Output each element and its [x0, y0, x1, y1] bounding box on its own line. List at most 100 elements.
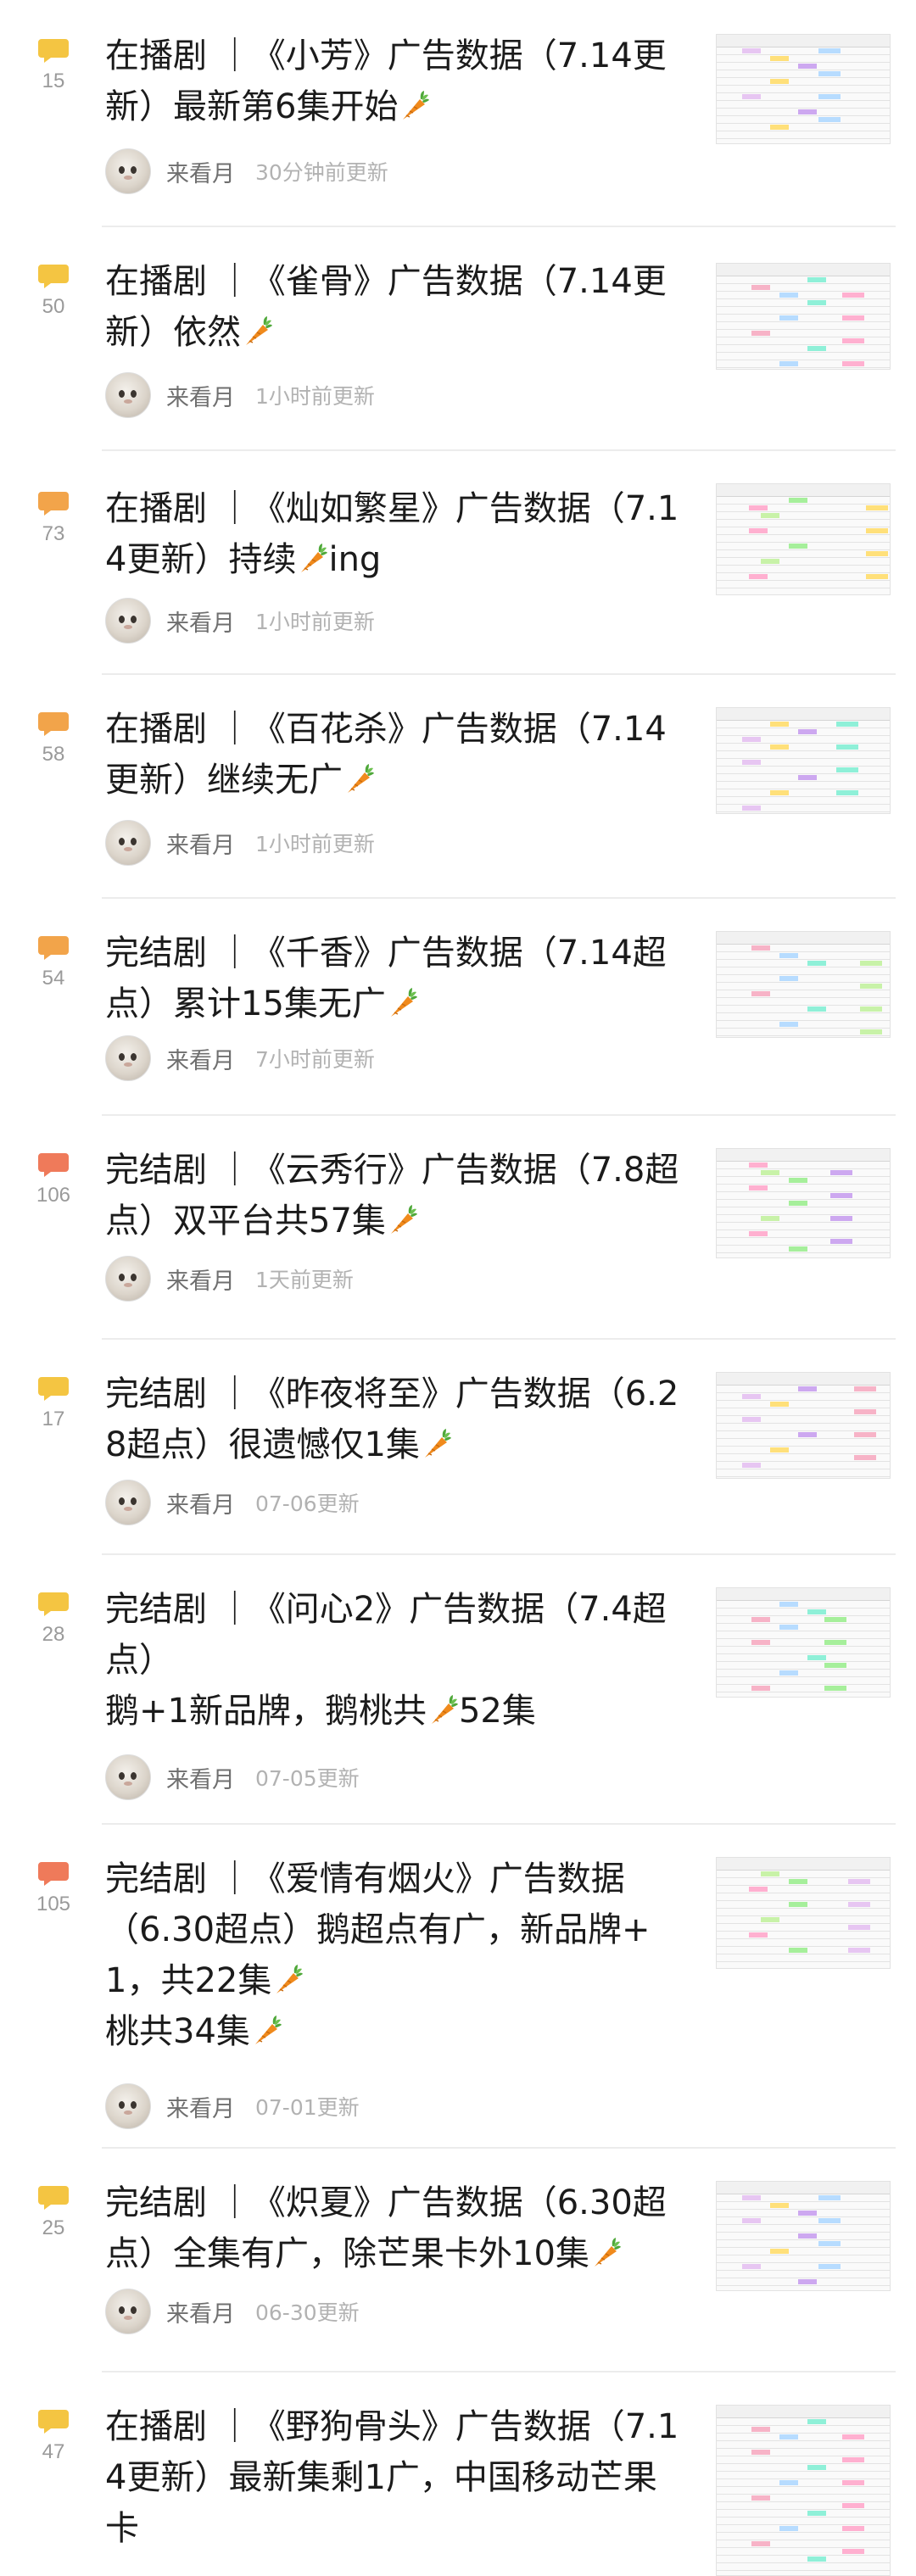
- author-name[interactable]: 来看月: [166, 605, 235, 638]
- carrot-emoji-icon: [398, 87, 430, 126]
- carrot-emoji-icon: [250, 2012, 282, 2051]
- author-avatar[interactable]: [105, 372, 151, 418]
- author-name[interactable]: 来看月: [166, 1761, 235, 1794]
- post-title[interactable]: 在播剧 ｜《野狗骨头》广告数据（7.14更新）最新集剩1广，中国移动芒果卡: [105, 2401, 682, 2554]
- author-avatar[interactable]: [105, 598, 151, 644]
- reply-count-badge: 28: [29, 1591, 78, 1647]
- update-time: 07-01更新: [255, 2095, 360, 2120]
- post-title-tail: ing: [328, 540, 382, 579]
- post-item[interactable]: 73 在播剧 ｜《灿如繁星》广告数据（7.14更新）持续 ing 来看月 1小时前更新: [0, 449, 916, 673]
- author-name[interactable]: 来看月: [166, 2295, 235, 2328]
- comment-bubble-icon: [37, 263, 70, 290]
- post-title-text: 完结剧 ｜《爱情有烟火》广告数据（6.30超点）鹅超点有广，新品牌+1，共22集: [105, 1860, 651, 2000]
- author-name[interactable]: 来看月: [166, 155, 235, 188]
- author-name[interactable]: 来看月: [166, 2090, 235, 2123]
- post-thumbnail[interactable]: [716, 2405, 891, 2576]
- divider: [102, 226, 896, 227]
- post-thumbnail[interactable]: [716, 1587, 891, 1698]
- reply-count: 50: [42, 295, 65, 318]
- post-thumbnail[interactable]: [716, 1857, 891, 1969]
- post-title[interactable]: 在播剧 ｜《雀骨》广告数据（7.14更新）依然: [105, 256, 682, 358]
- comment-bubble-icon: [37, 1151, 70, 1179]
- author-avatar[interactable]: [105, 1035, 151, 1081]
- post-thumbnail[interactable]: [716, 263, 891, 370]
- post-item[interactable]: 47 在播剧 ｜《野狗骨头》广告数据（7.14更新）最新集剩1广，中国移动芒果卡: [0, 2371, 916, 2576]
- author-avatar[interactable]: [105, 1480, 151, 1525]
- carrot-emoji-icon: [427, 1692, 459, 1731]
- post-title[interactable]: 完结剧 ｜《昨夜将至》广告数据（6.28超点）很遗憾仅1集: [105, 1369, 682, 1470]
- post-title[interactable]: 完结剧 ｜《问心2》广告数据（7.4超点） 鹅+1新品牌，鹅桃共 52集: [105, 1584, 682, 1737]
- author-avatar[interactable]: [105, 2289, 151, 2334]
- post-title[interactable]: 完结剧 ｜《云秀行》广告数据（7.8超点）双平台共57集: [105, 1145, 682, 1246]
- update-time: 7小时前更新: [255, 1047, 375, 1072]
- reply-count-badge: 17: [29, 1375, 78, 1431]
- reply-count-badge: 25: [29, 2184, 78, 2240]
- author-name[interactable]: 来看月: [166, 379, 235, 412]
- divider: [102, 897, 896, 899]
- reply-count: 105: [36, 1893, 71, 1915]
- post-thumbnail[interactable]: [716, 931, 891, 1038]
- post-thumbnail[interactable]: [716, 1372, 891, 1479]
- post-item[interactable]: 50 在播剧 ｜《雀骨》广告数据（7.14更新）依然来看月 1小时前更新: [0, 226, 916, 449]
- post-meta: 来看月 1小时前更新: [105, 595, 375, 646]
- post-item[interactable]: 17 完结剧 ｜《昨夜将至》广告数据（6.28超点）很遗憾仅1集 来看月 07-06更…: [0, 1338, 916, 1553]
- post-item[interactable]: 25 完结剧 ｜《炽夏》广告数据（6.30超点）全集有广，除芒果卡外10集来看月 0…: [0, 2147, 916, 2371]
- post-meta: 来看月 1小时前更新: [105, 817, 375, 868]
- comment-bubble-icon: [37, 37, 70, 64]
- post-item[interactable]: 15 在播剧 ｜《小芳》广告数据（7.14更新）最新第6集开始来看月 30分钟前更新: [0, 0, 916, 226]
- post-title[interactable]: 在播剧 ｜《小芳》广告数据（7.14更新）最新第6集开始: [105, 31, 682, 132]
- reply-count: 73: [42, 522, 65, 545]
- post-item[interactable]: 28 完结剧 ｜《问心2》广告数据（7.4超点） 鹅+1新品牌，鹅桃共 52集来看月…: [0, 1553, 916, 1823]
- author-avatar[interactable]: [105, 1256, 151, 1302]
- carrot-emoji-icon: [589, 2234, 622, 2273]
- author-avatar[interactable]: [105, 2083, 151, 2129]
- update-time: 1小时前更新: [255, 832, 375, 856]
- post-thumbnail[interactable]: [716, 34, 891, 144]
- post-meta: 来看月 30分钟前更新: [105, 146, 388, 197]
- carrot-emoji-icon: [343, 761, 375, 800]
- reply-count-badge: 106: [29, 1151, 78, 1207]
- post-title-text: 在播剧 ｜《雀骨》广告数据（7.14更新）依然: [105, 262, 667, 352]
- update-time: 06-30更新: [255, 2300, 360, 2325]
- author-avatar[interactable]: [105, 148, 151, 194]
- author-name[interactable]: 来看月: [166, 1486, 235, 1519]
- post-title[interactable]: 完结剧 ｜《千香》广告数据（7.14超点）累计15集无广: [105, 928, 682, 1029]
- post-thumbnail[interactable]: [716, 1148, 891, 1258]
- comment-bubble-icon: [37, 2184, 70, 2211]
- comment-bubble-icon: [37, 1860, 70, 1887]
- post-title[interactable]: 在播剧 ｜《灿如繁星》广告数据（7.14更新）持续 ing: [105, 483, 682, 585]
- update-time: 1小时前更新: [255, 384, 375, 409]
- post-item[interactable]: 106 完结剧 ｜《云秀行》广告数据（7.8超点）双平台共57集来看月 1天前更新: [0, 1114, 916, 1338]
- author-name[interactable]: 来看月: [166, 1042, 235, 1075]
- author-avatar[interactable]: [105, 820, 151, 866]
- post-thumbnail[interactable]: [716, 483, 891, 595]
- post-title[interactable]: 完结剧 ｜《炽夏》广告数据（6.30超点）全集有广，除芒果卡外10集: [105, 2177, 682, 2279]
- reply-count-badge: 15: [29, 37, 78, 93]
- comment-bubble-icon: [37, 1591, 70, 1618]
- divider: [102, 2147, 896, 2149]
- author-avatar[interactable]: [105, 1754, 151, 1800]
- post-item[interactable]: 105 完结剧 ｜《爱情有烟火》广告数据（6.30超点）鹅超点有广，新品牌+1，共…: [0, 1823, 916, 2147]
- post-meta: 来看月 1天前更新: [105, 1253, 354, 1304]
- post-meta: 来看月 07-01更新: [105, 2081, 360, 2132]
- post-item[interactable]: 54 完结剧 ｜《千香》广告数据（7.14超点）累计15集无广来看月 7小时前更新: [0, 897, 916, 1114]
- update-time: 07-05更新: [255, 1766, 360, 1791]
- post-item[interactable]: 58 在播剧 ｜《百花杀》广告数据（7.14更新）继续无广 来看月 1小时前更新: [0, 673, 916, 897]
- post-title[interactable]: 完结剧 ｜《爱情有烟火》广告数据（6.30超点）鹅超点有广，新品牌+1，共22集…: [105, 1854, 682, 2057]
- reply-count: 17: [42, 1408, 65, 1430]
- divider: [102, 1823, 896, 1825]
- divider: [102, 2371, 896, 2372]
- carrot-emoji-icon: [386, 984, 418, 1023]
- reply-count-badge: 54: [29, 934, 78, 990]
- post-title[interactable]: 在播剧 ｜《百花杀》广告数据（7.14更新）继续无广: [105, 704, 682, 806]
- post-thumbnail[interactable]: [716, 707, 891, 814]
- author-name[interactable]: 来看月: [166, 1263, 235, 1296]
- author-name[interactable]: 来看月: [166, 827, 235, 860]
- reply-count-badge: 47: [29, 2408, 78, 2464]
- post-thumbnail[interactable]: [716, 2181, 891, 2291]
- reply-count: 106: [36, 1184, 71, 1207]
- post-title-text: 在播剧 ｜《灿如繁星》广告数据（7.14更新）持续: [105, 489, 679, 579]
- post-meta: 来看月 06-30更新: [105, 2286, 360, 2337]
- carrot-emoji-icon: [296, 540, 328, 579]
- reply-count-badge: 105: [29, 1860, 78, 1916]
